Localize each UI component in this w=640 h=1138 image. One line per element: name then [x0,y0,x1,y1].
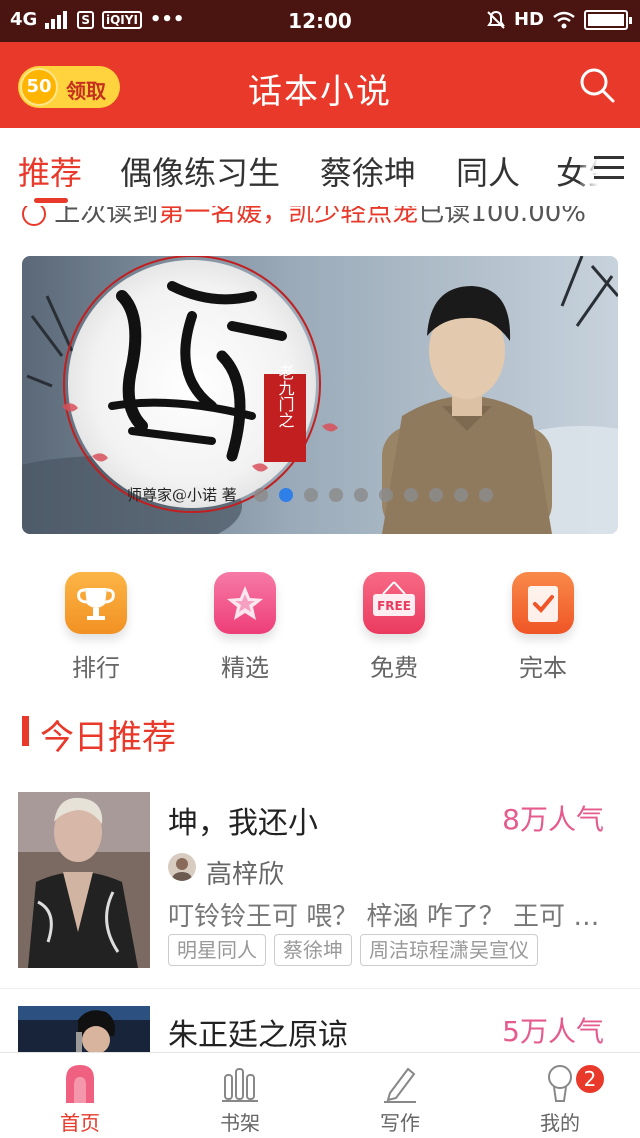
trophy-icon [65,572,127,634]
book-cover [18,1006,150,1052]
tab-idol-trainee[interactable]: 偶像练习生 [120,148,280,194]
tag-item[interactable]: 蔡徐坤 [274,934,352,966]
tab-recommend[interactable]: 推荐 [18,148,82,194]
divider [0,988,640,989]
banner-dot[interactable] [454,488,468,502]
nav-write-label: 写作 [380,1111,420,1135]
banner-dot[interactable] [379,488,393,502]
free-label: 免费 [370,654,418,682]
pen-icon [384,1067,416,1103]
book-title: 朱正廷之原谅 [168,1018,348,1052]
status-bar: 4G S iQIYI ••• 12:00 HD [0,0,640,42]
nav-profile[interactable]: 2 我的 [500,1053,620,1138]
free-entry[interactable]: FREE 免费 [339,572,449,683]
tag-item[interactable]: 明星同人 [168,934,266,966]
bottom-nav: 首页 书架 写作 2 我的 [0,1052,640,1138]
bookshelf-icon [222,1068,258,1102]
banner-seal-text: 老九门之 [276,364,295,428]
battery-icon [584,9,632,30]
book-cover [18,792,150,968]
book-description: 叮铃铃王可 喂？ 梓涵 咋了？ 王可 你那边怎么样 [168,902,608,932]
hd-label: HD [513,9,544,30]
nav-bookshelf-label: 书架 [220,1111,260,1135]
last-read-progress: 已读100.00% [418,206,586,228]
home-icon [66,1065,94,1103]
tab-cai-xukun[interactable]: 蔡徐坤 [320,148,416,194]
author-avatar [168,853,196,881]
banner-dot-active[interactable] [279,488,293,502]
book-author: 高梓欣 [206,860,285,890]
featured-entry[interactable]: 精选 [190,572,300,683]
completed-label: 完本 [519,654,567,682]
nav-home[interactable]: 首页 [20,1053,140,1138]
banner-dot[interactable] [254,488,268,502]
nav-bookshelf[interactable]: 书架 [180,1053,300,1138]
mute-icon [487,10,505,29]
section-title: 今日推荐 [40,718,176,758]
app-header: 50 领取 话本小说 [0,42,640,128]
svg-text:FREE: FREE [377,599,411,613]
banner-dot[interactable] [304,488,318,502]
tag-item[interactable]: 周洁琼程潇吴宣仪 [360,934,538,966]
banner-dot[interactable] [404,488,418,502]
book-tags: 明星同人 蔡徐坤 周洁琼程潇吴宣仪 [168,934,538,966]
banner-dot[interactable] [329,488,343,502]
search-icon[interactable] [578,66,616,104]
section-marker [22,716,29,746]
book-title: 坤，我还小 [168,806,318,841]
completed-entry[interactable]: 完本 [488,572,598,683]
ranking-entry[interactable]: 排行 [41,572,151,683]
book-item[interactable]: 朱正廷之原谅 5万人气 [0,1006,640,1052]
nav-write[interactable]: 写作 [340,1053,460,1138]
banner-dot[interactable] [354,488,368,502]
banner-pagination [254,488,493,502]
free-icon: FREE [363,572,425,634]
tab-fanfic[interactable]: 同人 [456,148,520,194]
book-popularity: 5万人气 [502,1015,604,1048]
ranking-label: 排行 [72,654,120,682]
last-read-prefix: 上次读到 [54,206,159,228]
nav-profile-label: 我的 [540,1111,580,1135]
featured-label: 精选 [221,654,269,682]
tabs-menu-icon[interactable] [580,128,640,206]
category-tabs: 推荐 偶像练习生 蔡徐坤 同人 女生 [0,128,640,206]
app-title: 话本小说 [248,72,392,112]
nav-home-label: 首页 [60,1111,100,1135]
banner-dot[interactable] [429,488,443,502]
last-read-book: 第一名媛，凯少轻点宠 [158,206,419,228]
profile-icon [548,1065,572,1102]
promo-banner[interactable]: 老九门之 师尊家@小诺 著 [22,256,618,534]
notification-badge: 2 [574,1063,606,1095]
last-read-notice[interactable]: 上次读到第一名媛，凯少轻点宠已读100.00% [0,206,640,228]
active-tab-indicator [34,198,68,203]
clock-icon [22,206,46,226]
status-right: HD [486,9,632,30]
book-popularity: 8万人气 [502,803,604,836]
wifi-icon [553,11,575,28]
banner-credit: 师尊家@小诺 著 [127,486,237,504]
checklist-icon [512,572,574,634]
banner-dot[interactable] [479,488,493,502]
star-icon [214,572,276,634]
